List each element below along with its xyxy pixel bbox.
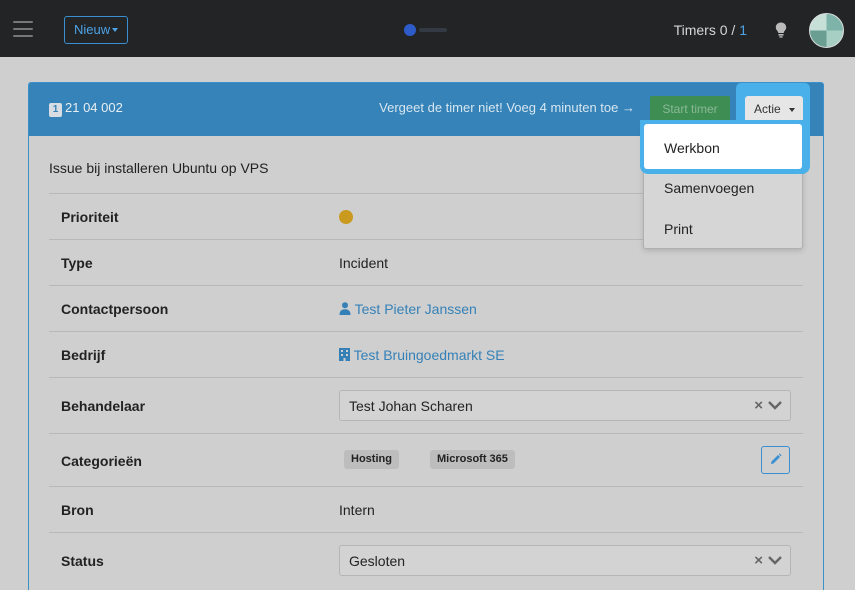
pencil-icon <box>771 453 782 464</box>
action-button[interactable]: Actie <box>745 96 803 123</box>
chevron-down-icon[interactable] <box>766 551 784 569</box>
user-avatar[interactable] <box>809 13 844 48</box>
status-label: Status <box>61 553 104 569</box>
edit-categories-button[interactable] <box>761 446 790 474</box>
priority-indicator <box>339 210 353 224</box>
timers-label: Timers 0 / <box>673 22 736 38</box>
top-navbar: Nieuw Timers 0 / 1 <box>0 0 855 57</box>
priority-label: Prioriteit <box>61 209 119 225</box>
type-value: Incident <box>339 255 389 271</box>
menu-item-merge[interactable]: Samenvoegen <box>664 180 754 196</box>
company-label: Bedrijf <box>61 347 106 363</box>
lightbulb-icon[interactable] <box>775 22 787 38</box>
status-selected-value: Gesloten <box>349 553 406 569</box>
app-logo[interactable] <box>404 24 448 36</box>
ticket-number: 1 21 04 002 <box>49 100 123 117</box>
field-row-handler: Behandelaar Test Johan Scharen × <box>49 377 803 433</box>
source-label: Bron <box>61 502 94 518</box>
status-select[interactable]: Gesloten × <box>339 545 791 576</box>
hamburger-menu-icon[interactable] <box>13 21 33 37</box>
category-tag: Hosting <box>344 450 399 469</box>
chevron-down-icon[interactable] <box>766 396 784 414</box>
contact-name: Test Pieter Janssen <box>354 301 477 317</box>
handler-selected-value: Test Johan Scharen <box>349 398 473 414</box>
ticket-number-text: 21 04 002 <box>65 100 123 115</box>
action-button-label: Actie <box>754 102 781 116</box>
timers-active-count: 1 <box>739 22 747 38</box>
field-row-contact: Contactpersoon Test Pieter Janssen <box>49 285 803 331</box>
handler-select[interactable]: Test Johan Scharen × <box>339 390 791 421</box>
field-row-categories: Categorieën Hosting Microsoft 365 <box>49 433 803 486</box>
type-label: Type <box>61 255 93 271</box>
source-value: Intern <box>339 502 375 518</box>
start-timer-button[interactable]: Start timer <box>650 96 730 123</box>
caret-down-icon <box>112 28 118 32</box>
handler-label: Behandelaar <box>61 398 146 414</box>
building-icon <box>339 348 350 361</box>
categories-label: Categorieën <box>61 453 142 469</box>
field-row-company: Bedrijf Test Bruingoedmarkt SE <box>49 331 803 377</box>
contact-link[interactable]: Test Pieter Janssen <box>339 301 477 317</box>
new-button-label: Nieuw <box>74 22 111 37</box>
field-row-source: Bron Intern <box>49 486 803 532</box>
contact-label: Contactpersoon <box>61 301 169 317</box>
person-icon <box>339 302 351 315</box>
menu-item-highlight: Werkbon <box>640 120 810 174</box>
category-tag: Microsoft 365 <box>430 450 515 469</box>
ticket-badge: 1 <box>49 103 62 117</box>
new-button[interactable]: Nieuw <box>64 16 128 44</box>
timers-indicator[interactable]: Timers 0 / 1 <box>674 22 747 38</box>
menu-item-print[interactable]: Print <box>664 221 693 237</box>
company-name: Test Bruingoedmarkt SE <box>353 347 505 363</box>
clear-icon[interactable]: × <box>754 552 763 569</box>
company-link[interactable]: Test Bruingoedmarkt SE <box>339 347 505 363</box>
ticket-subject: Issue bij installeren Ubuntu op VPS <box>49 160 269 176</box>
field-row-status: Status Gesloten × <box>49 532 803 588</box>
caret-down-icon <box>789 108 795 112</box>
timer-reminder[interactable]: Vergeet de timer niet! Voeg 4 minuten to… <box>379 100 635 115</box>
clear-icon[interactable]: × <box>754 397 763 414</box>
menu-item-workorder[interactable]: Werkbon <box>664 140 720 156</box>
ticket-fields-table: Prioriteit Type Incident Contactpersoon … <box>49 193 803 588</box>
